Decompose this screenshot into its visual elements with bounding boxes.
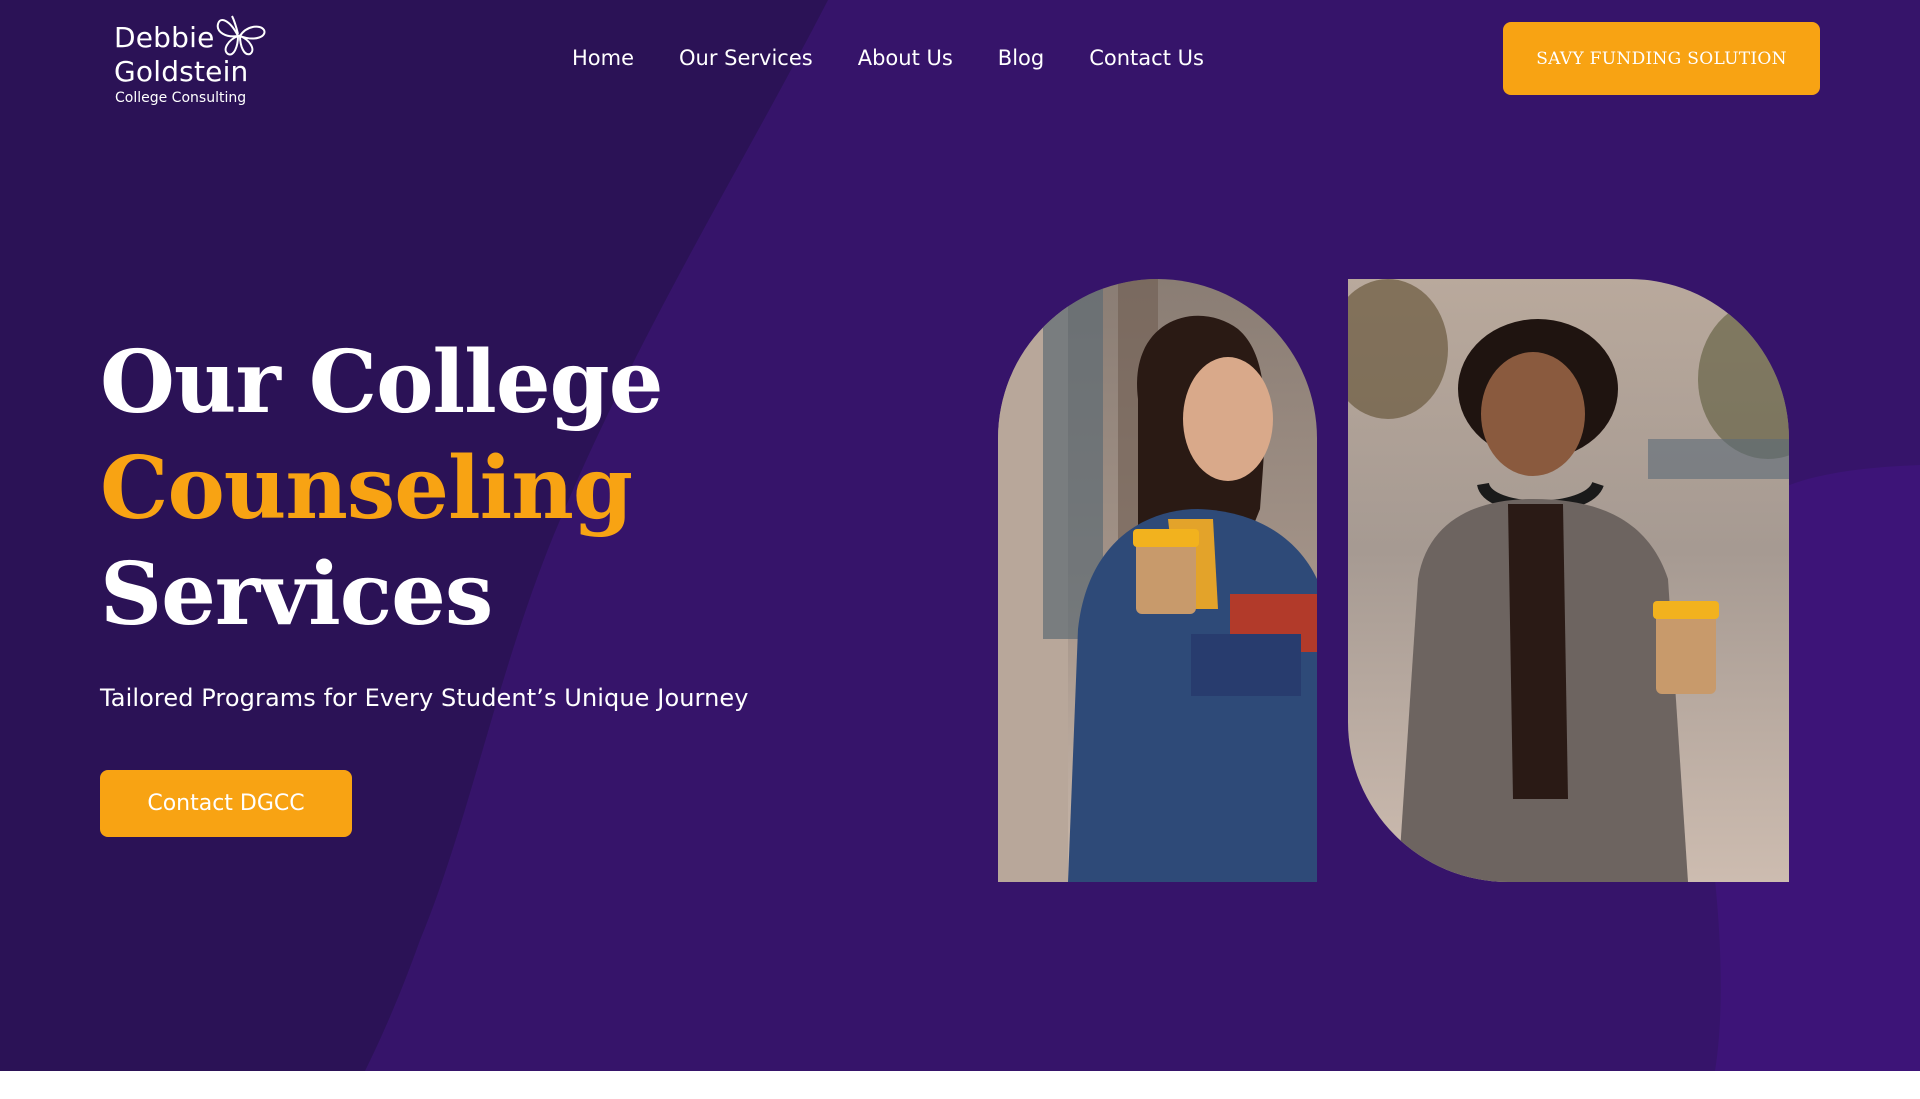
butterfly-icon [216,15,266,56]
contact-dgcc-button[interactable]: Contact DGCC [100,770,352,837]
nav-contact-us[interactable]: Contact Us [1089,46,1204,70]
nav-about-us[interactable]: About Us [858,46,953,70]
hero-title-line-3: Services [100,544,493,645]
nav-our-services[interactable]: Our Services [679,46,813,70]
hero-title-line-2: Counseling [100,438,633,539]
hero-section: Debbie Goldstein College Consulting Home… [0,0,1920,1071]
nav-home[interactable]: Home [572,46,634,70]
hero-title: Our College Counseling Services [100,330,720,648]
main-nav: Home Our Services About Us Blog Contact … [572,40,1249,76]
student-photo-right [1348,279,1789,882]
nav-blog[interactable]: Blog [998,46,1044,70]
hero-subtitle: Tailored Programs for Every Student’s Un… [100,684,749,712]
brand-logo[interactable]: Debbie Goldstein College Consulting [112,12,282,112]
logo-line-1: Debbie [114,21,215,54]
hero-title-line-1: Our College [100,332,663,433]
logo-line-2: Goldstein [114,55,249,88]
student-photo-left [998,279,1317,882]
logo-tagline: College Consulting [115,90,247,106]
savy-funding-solution-button[interactable]: SAVY FUNDING SOLUTION [1503,22,1820,95]
